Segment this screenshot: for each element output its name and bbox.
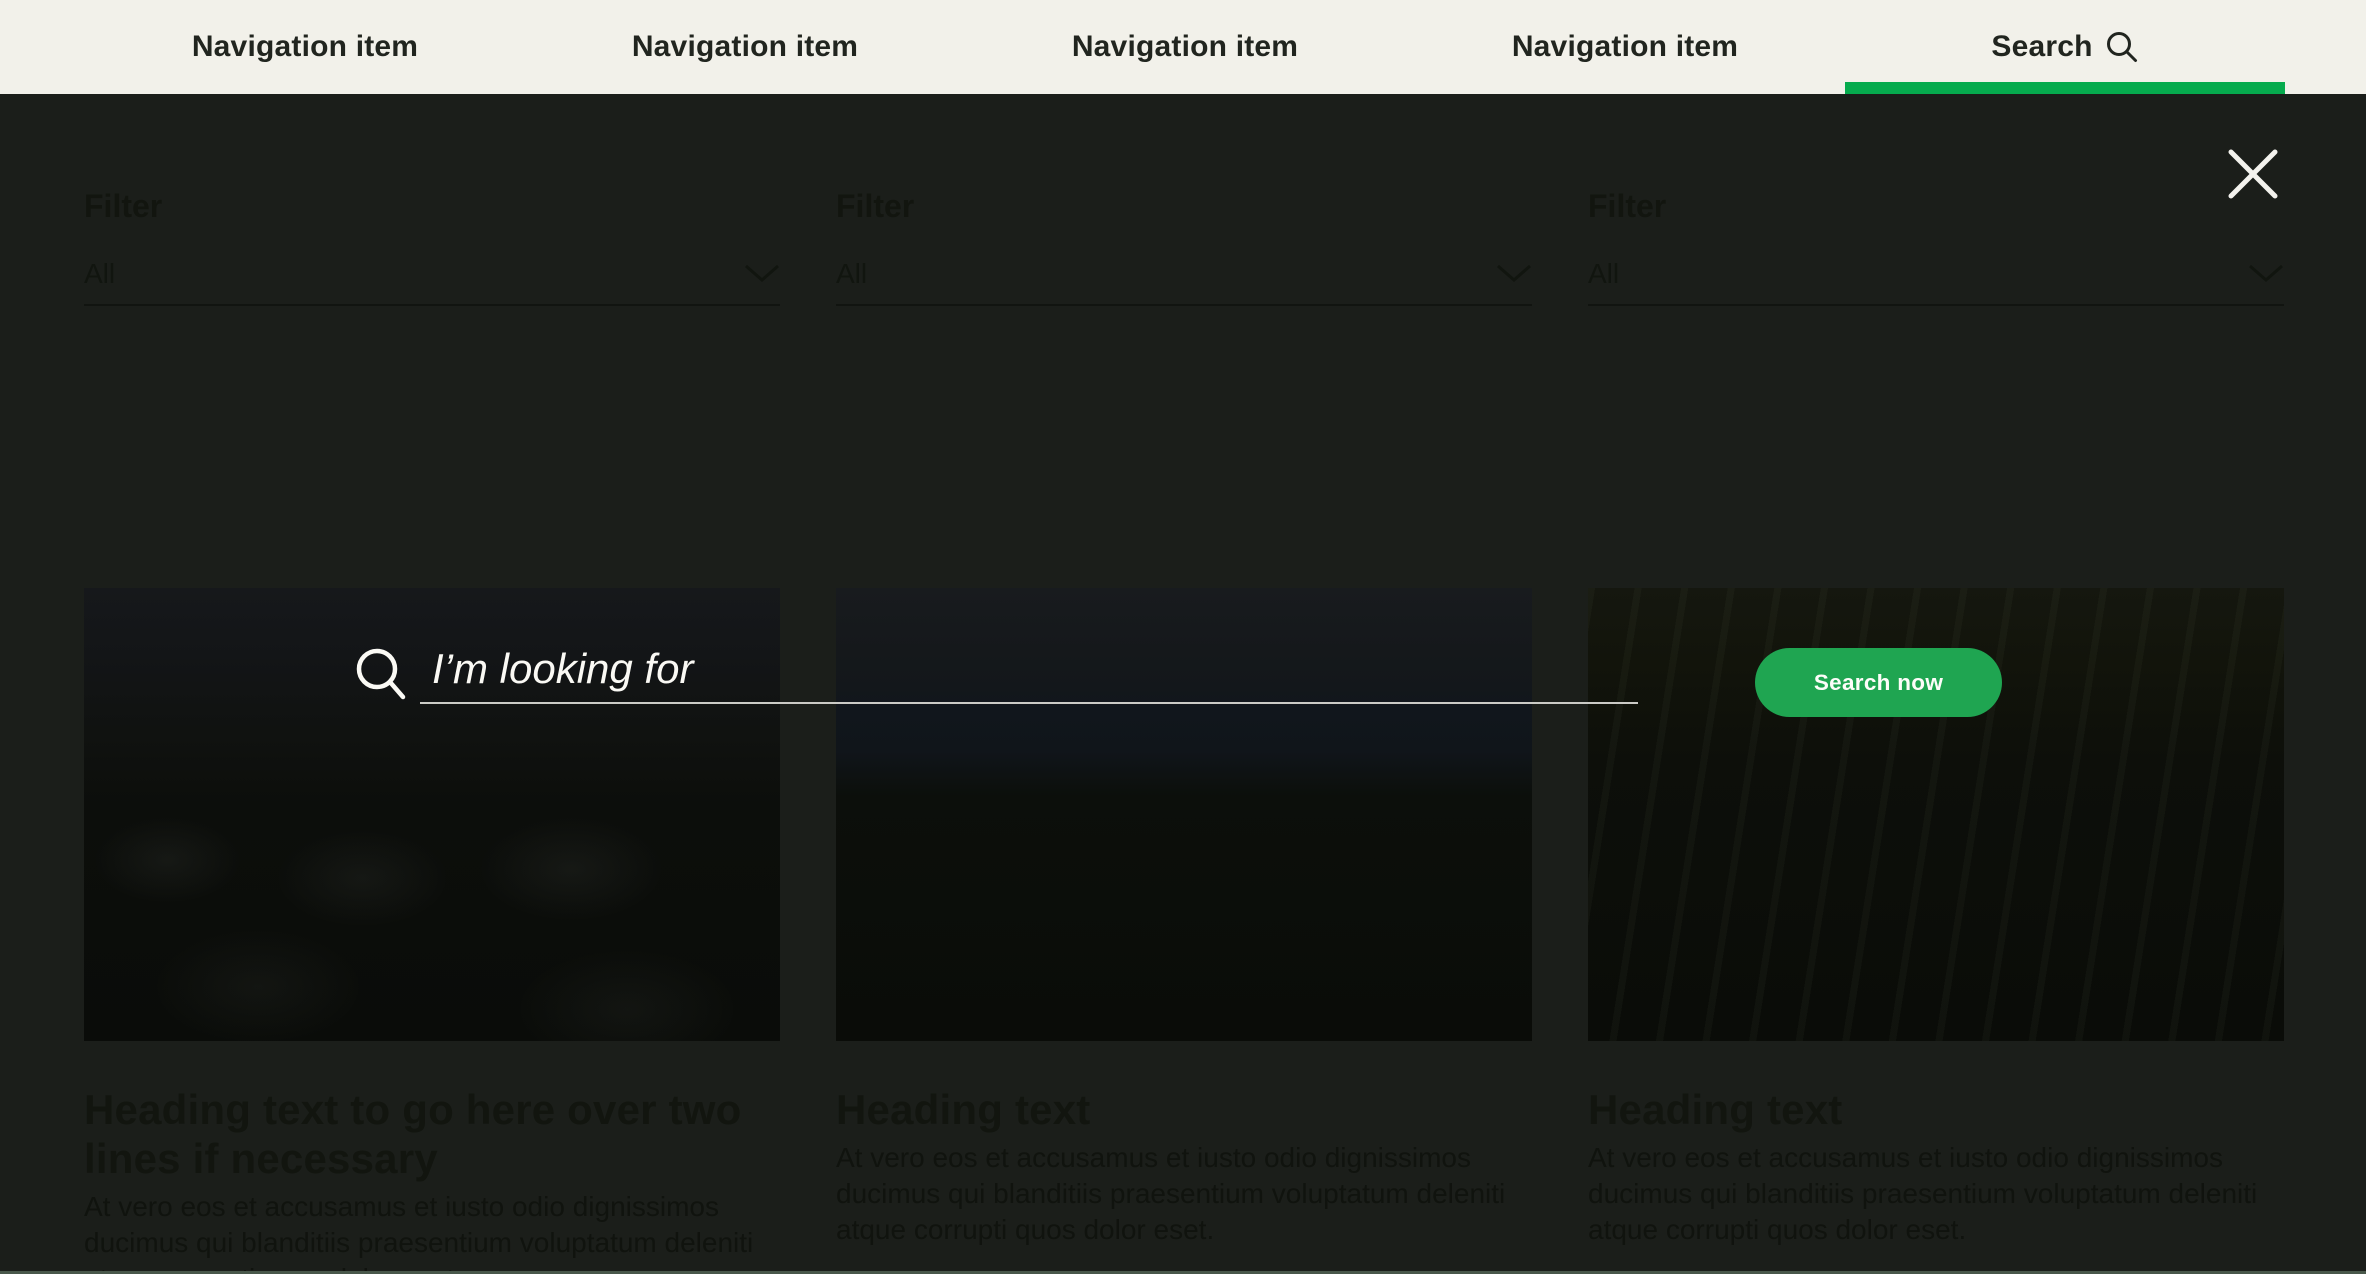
card-body-text: At vero eos et accusamus et iusto odio d… [836, 1142, 1506, 1245]
active-tab-underline [1845, 82, 2285, 94]
nav-item-4[interactable]: Navigation item [1405, 0, 1845, 94]
nav-search-tab[interactable]: Search [1845, 0, 2285, 94]
nav-item-label: Navigation item [1071, 30, 1299, 63]
top-navigation: Navigation item Navigation item Navigati… [0, 0, 2366, 94]
nav-item-label: Navigation item [1511, 30, 1739, 63]
search-icon [356, 648, 406, 700]
search-input[interactable] [420, 642, 1638, 704]
filter-select: All [84, 256, 780, 306]
filter-selected-value: All [1588, 258, 1620, 289]
chevron-down-icon [745, 264, 779, 282]
filter-selected-value: All [836, 258, 868, 289]
filter-label: Filter [836, 188, 915, 224]
nav-item-1[interactable]: Navigation item [85, 0, 525, 94]
nav-item-label: Navigation item [631, 30, 859, 63]
card-heading: Heading text to go here over two lines i… [84, 1086, 742, 1182]
filter-selected-value: All [84, 258, 116, 289]
chevron-down-icon [1497, 264, 1531, 282]
nav-search-label: Search [1991, 30, 2093, 63]
nav-item-label: Navigation item [191, 30, 419, 63]
search-now-button[interactable]: Search now [1755, 648, 2002, 717]
chevron-down-icon [2249, 264, 2283, 282]
close-icon [2228, 149, 2278, 198]
nav-row: Navigation item Navigation item Navigati… [85, 0, 2285, 94]
card-heading: Heading text [836, 1086, 1091, 1133]
filter-select: All [836, 256, 1532, 306]
close-button[interactable] [2224, 146, 2282, 204]
card-body-text: At vero eos et accusamus et iusto odio d… [84, 1191, 754, 1274]
nav-item-2[interactable]: Navigation item [525, 0, 965, 94]
filter-label: Filter [84, 188, 163, 224]
nav-item-3[interactable]: Navigation item [965, 0, 1405, 94]
filter-select: All [1588, 256, 2284, 306]
search-overlay: Filter All Heading text to go here over … [0, 94, 2366, 1274]
search-icon [2106, 32, 2137, 62]
card-body-text: At vero eos et accusamus et iusto odio d… [1588, 1142, 2258, 1245]
filter-label: Filter [1588, 188, 1667, 224]
card-heading: Heading text [1588, 1086, 1843, 1133]
